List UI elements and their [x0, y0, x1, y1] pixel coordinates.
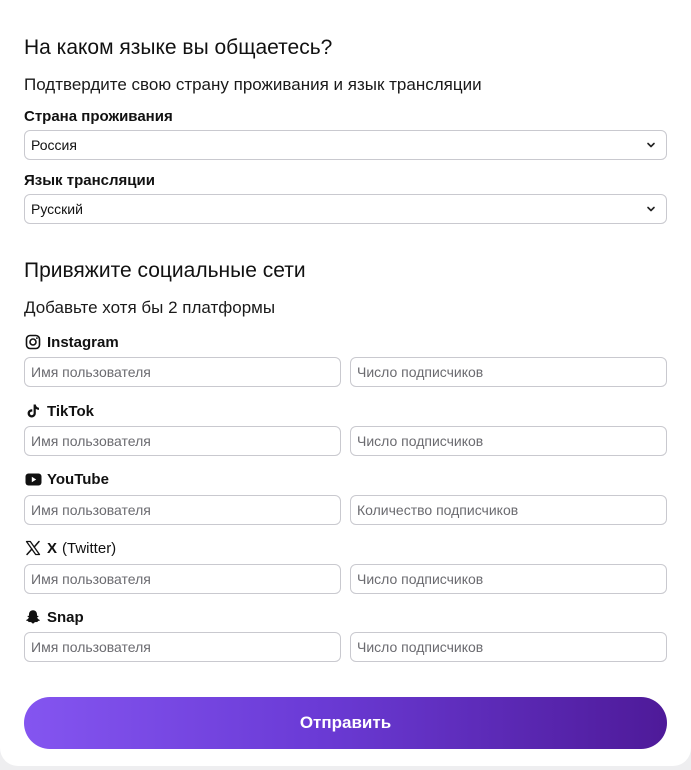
- youtube-icon: [24, 470, 42, 488]
- language-label: Язык трансляции: [24, 172, 155, 189]
- platform-label-tiktok: TikTok: [24, 401, 94, 421]
- x-username-input[interactable]: [24, 564, 341, 594]
- country-label: Страна проживания: [24, 108, 173, 125]
- social-section-title: Привяжите социальные сети: [24, 259, 306, 282]
- youtube-followers-input[interactable]: [350, 495, 667, 525]
- snap-followers-input[interactable]: [350, 632, 667, 662]
- platform-name: X: [47, 539, 58, 557]
- snapchat-icon: [24, 608, 42, 626]
- social-section-subtitle: Добавьте хотя бы 2 платформы: [24, 298, 276, 317]
- tiktok-icon: [24, 402, 42, 420]
- country-select[interactable]: Россия: [24, 130, 667, 160]
- platform-name-suffix: (Twitter): [62, 539, 117, 557]
- form-card: На каком языке вы общаетесь? Подтвердите…: [0, 0, 691, 766]
- x-followers-input[interactable]: [350, 564, 667, 594]
- platform-label-instagram: Instagram: [24, 332, 119, 352]
- platform-name: TikTok: [47, 402, 94, 420]
- platform-name: YouTube: [47, 470, 109, 488]
- submit-button[interactable]: Отправить: [24, 697, 667, 749]
- instagram-username-input[interactable]: [24, 357, 341, 387]
- chevron-down-icon: [647, 142, 655, 148]
- language-section-subtitle: Подтвердите свою страну проживания и язы…: [24, 75, 482, 94]
- platform-label-x: X (Twitter): [24, 538, 116, 558]
- tiktok-followers-input[interactable]: [350, 426, 667, 456]
- platform-label-youtube: YouTube: [24, 469, 109, 489]
- instagram-icon: [24, 333, 42, 351]
- language-select-value: Русский: [31, 201, 83, 217]
- x-icon: [24, 539, 42, 557]
- language-section-title: На каком языке вы общаетесь?: [24, 36, 333, 59]
- platform-name: Instagram: [47, 333, 119, 351]
- platform-label-snap: Snap: [24, 607, 84, 627]
- youtube-username-input[interactable]: [24, 495, 341, 525]
- tiktok-username-input[interactable]: [24, 426, 341, 456]
- platform-name: Snap: [47, 608, 84, 626]
- chevron-down-icon: [647, 206, 655, 212]
- instagram-followers-input[interactable]: [350, 357, 667, 387]
- snap-username-input[interactable]: [24, 632, 341, 662]
- country-select-value: Россия: [31, 137, 77, 153]
- language-select[interactable]: Русский: [24, 194, 667, 224]
